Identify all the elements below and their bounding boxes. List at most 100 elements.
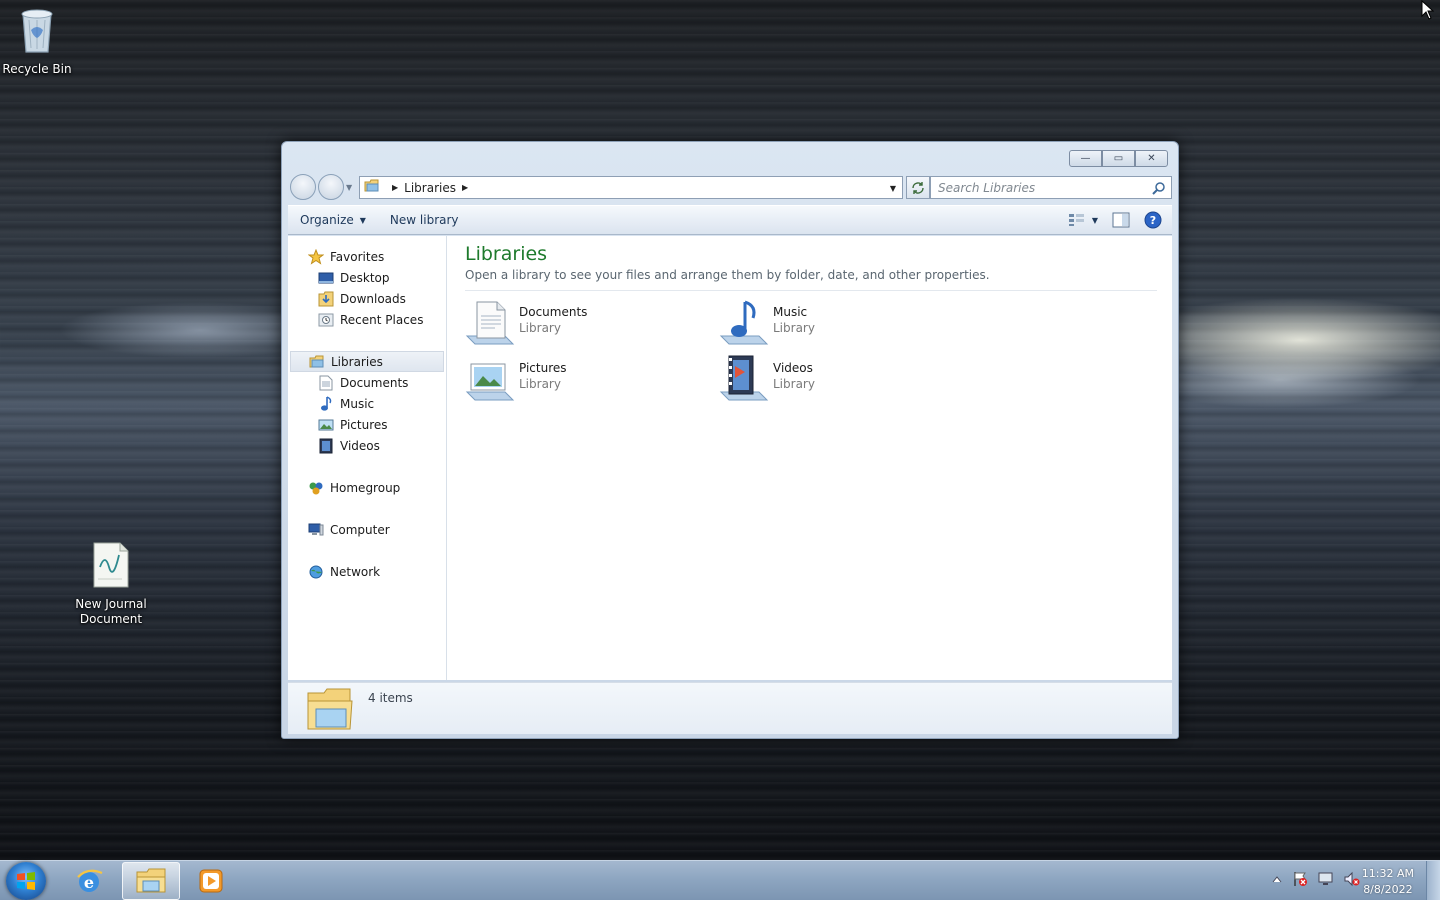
details-pane: 4 items	[288, 682, 1172, 734]
library-item-pictures[interactable]: Pictures Library	[465, 354, 705, 404]
taskbar: e 11:32 AM 8/8/2022	[0, 860, 1440, 900]
taskbar-internet-explorer[interactable]: e	[60, 862, 118, 900]
navigation-bar: ▼ ▶ Libraries ▶ ▼	[290, 174, 1172, 200]
music-library-icon	[318, 395, 334, 412]
nav-favorites[interactable]: Favorites	[288, 246, 446, 267]
library-name: Pictures	[519, 361, 567, 375]
taskbar-windows-explorer[interactable]	[122, 862, 180, 900]
mouse-pointer-icon	[1421, 0, 1435, 23]
preview-pane-button[interactable]	[1112, 212, 1130, 228]
library-item-documents[interactable]: Documents Library	[465, 298, 705, 348]
libraries-folder-icon	[364, 179, 380, 196]
forward-button[interactable]	[318, 174, 344, 200]
breadcrumb-libraries[interactable]: Libraries	[404, 181, 456, 195]
library-name: Documents	[519, 305, 588, 319]
desktop-icon-recycle-bin[interactable]: Recycle Bin	[0, 6, 82, 77]
notification-area	[1262, 871, 1360, 887]
videos-library-icon	[318, 438, 334, 454]
command-bar: Organize ▼ New library ▼ ?	[288, 205, 1172, 235]
nav-music[interactable]: Music	[288, 393, 446, 414]
start-button[interactable]	[6, 862, 46, 900]
documents-library-icon	[465, 298, 515, 346]
library-item-music[interactable]: Music Library	[719, 298, 959, 348]
media-player-icon	[199, 869, 223, 893]
refresh-button[interactable]	[906, 176, 930, 199]
nav-computer[interactable]: Computer	[288, 519, 446, 540]
nav-label: Music	[340, 396, 375, 411]
desktop-icon-label: New Journal Document	[75, 597, 147, 626]
breadcrumb-arrow-icon[interactable]: ▶	[392, 183, 398, 192]
change-view-button[interactable]: ▼	[1068, 213, 1098, 227]
library-item-videos[interactable]: Videos Library	[719, 354, 959, 404]
organize-button[interactable]: Organize ▼	[288, 213, 378, 227]
show-hidden-icons-button[interactable]	[1272, 875, 1282, 883]
nav-label: Downloads	[340, 291, 406, 306]
chevron-down-icon: ▼	[359, 215, 366, 225]
search-input[interactable]	[938, 180, 1138, 195]
nav-pictures[interactable]: Pictures	[288, 414, 446, 435]
pictures-library-icon	[318, 417, 334, 433]
recent-pages-chevron-icon[interactable]: ▼	[346, 183, 352, 192]
downloads-folder-icon	[318, 291, 334, 307]
new-library-label: New library	[389, 213, 459, 227]
breadcrumb-arrow-icon[interactable]: ▶	[462, 183, 468, 192]
preview-pane-icon	[1112, 212, 1130, 228]
help-button[interactable]: ?	[1144, 211, 1162, 229]
nav-desktop[interactable]: Desktop	[288, 267, 446, 288]
nav-downloads[interactable]: Downloads	[288, 288, 446, 309]
taskbar-media-player[interactable]	[182, 862, 240, 900]
page-subtitle: Open a library to see your files and arr…	[465, 268, 990, 282]
nav-label: Recent Places	[340, 312, 424, 327]
internet-explorer-icon: e	[77, 869, 103, 892]
organize-label: Organize	[300, 213, 354, 227]
item-count: 4 items	[368, 691, 413, 705]
documents-library-icon	[318, 375, 334, 391]
search-box[interactable]	[930, 176, 1172, 199]
star-icon	[308, 248, 324, 265]
action-center-flag-icon[interactable]	[1292, 871, 1308, 887]
music-library-icon	[719, 298, 769, 346]
explorer-window[interactable]: — ▭ ✕ ▼ ▶ Libraries ▶ ▼ Organize	[281, 141, 1179, 739]
address-dropdown-icon[interactable]: ▼	[890, 184, 896, 193]
view-icon	[1068, 214, 1084, 226]
view-controls: ▼ ?	[1054, 211, 1162, 229]
navigation-pane[interactable]: Favorites Desktop Downloads Recent Place…	[288, 236, 447, 680]
library-name: Music	[773, 305, 808, 319]
address-bar[interactable]: ▶ Libraries ▶ ▼	[359, 176, 903, 199]
divider	[465, 290, 1157, 291]
close-button[interactable]: ✕	[1135, 150, 1168, 167]
journal-document-icon	[66, 541, 156, 593]
system-clock[interactable]: 11:32 AM 8/8/2022	[1362, 866, 1414, 898]
file-view[interactable]: Libraries Open a library to see your fil…	[447, 236, 1172, 680]
search-icon[interactable]	[1152, 181, 1166, 198]
new-library-button[interactable]: New library	[378, 213, 471, 227]
volume-muted-icon[interactable]	[1344, 871, 1360, 887]
network-status-icon[interactable]	[1318, 871, 1334, 887]
library-name: Videos	[773, 361, 813, 375]
refresh-icon	[912, 181, 924, 194]
network-icon	[308, 564, 324, 580]
minimize-button[interactable]: —	[1069, 150, 1102, 167]
back-button[interactable]	[290, 174, 316, 200]
nav-videos[interactable]: Videos	[288, 435, 446, 456]
svg-text:e: e	[84, 873, 94, 892]
nav-label: Pictures	[340, 417, 388, 432]
nav-label: Documents	[340, 375, 409, 390]
show-desktop-button[interactable]	[1426, 861, 1440, 900]
desktop-folder-icon	[318, 270, 334, 286]
nav-label: Libraries	[331, 354, 383, 369]
help-icon: ?	[1144, 211, 1162, 229]
library-grid: Documents Library Music Library Pictures…	[465, 298, 985, 418]
nav-label: Desktop	[340, 270, 390, 285]
nav-recent-places[interactable]: Recent Places	[288, 309, 446, 330]
library-type: Library	[773, 377, 815, 391]
nav-homegroup[interactable]: Homegroup	[288, 477, 446, 498]
clock-time: 11:32 AM	[1361, 867, 1414, 880]
nav-documents[interactable]: Documents	[288, 372, 446, 393]
nav-libraries[interactable]: Libraries	[290, 351, 444, 372]
nav-network[interactable]: Network	[288, 561, 446, 582]
library-type: Library	[519, 377, 561, 391]
desktop-icon-new-journal-document[interactable]: New Journal Document	[66, 541, 156, 627]
maximize-button[interactable]: ▭	[1102, 150, 1135, 167]
page-title: Libraries	[465, 243, 548, 265]
